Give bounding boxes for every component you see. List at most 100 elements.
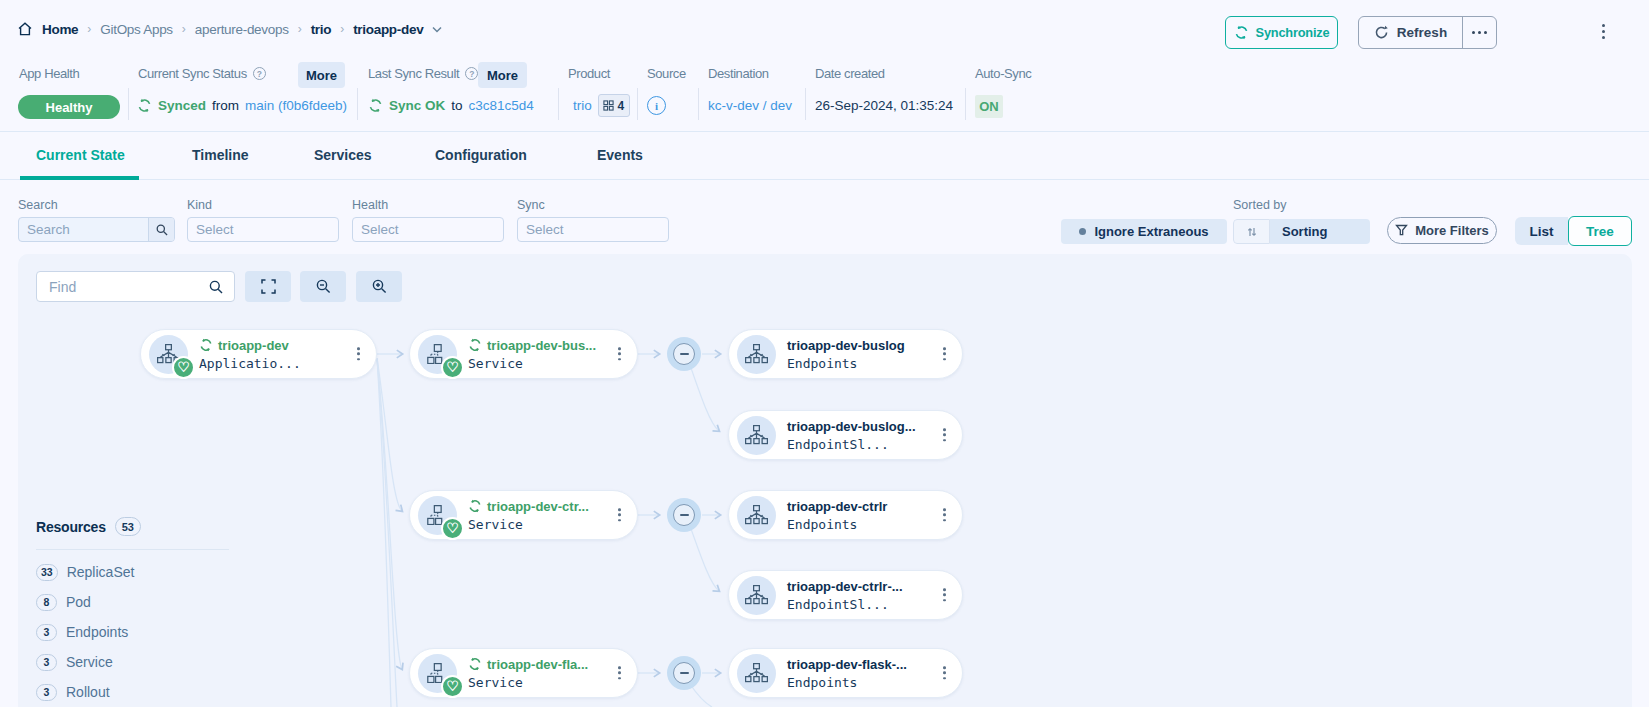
tree-node-trioapp-dev-flask-[interactable]: trioapp-dev-flask-... Endpoints	[728, 648, 963, 698]
tree-node-trioapp-dev-ctr[interactable]: ♡ trioapp-dev-ctr... Service	[409, 490, 638, 540]
resource-filter-replicaset[interactable]: 33ReplicaSet	[36, 557, 134, 587]
help-icon[interactable]: ?	[465, 67, 478, 80]
tab-configuration[interactable]: Configuration	[435, 147, 527, 163]
toggle-dot-icon	[1079, 228, 1086, 235]
current-sync-status-text: Current Sync Status	[138, 66, 247, 81]
kind-select[interactable]: Select	[187, 217, 339, 242]
collapse-node-button[interactable]	[667, 337, 701, 371]
resources-title: Resources	[36, 519, 106, 535]
ignore-extraneous-toggle[interactable]: Ignore Extraneous	[1061, 219, 1227, 244]
destination-label: Destination	[708, 66, 769, 81]
last-sync-more-button[interactable]: More	[478, 62, 527, 88]
node-name: trioapp-dev-bus...	[487, 338, 596, 353]
tree-node-trioapp-dev[interactable]: ♡ trioapp-dev Applicatio...	[140, 329, 377, 379]
healthy-heart-badge: ♡	[172, 356, 195, 379]
node-kebab-menu[interactable]	[943, 428, 946, 441]
tree-node-trioapp-dev-buslog[interactable]: trioapp-dev-buslog... EndpointSl...	[728, 410, 963, 460]
node-kind: Service	[468, 356, 596, 371]
sync-select[interactable]: Select	[517, 217, 669, 242]
tree-node-trioapp-dev-buslog[interactable]: trioapp-dev-buslog Endpoints	[728, 329, 963, 379]
tree-node-trioapp-dev-ctrlr[interactable]: trioapp-dev-ctrlr Endpoints	[728, 490, 963, 540]
breadcrumb-app[interactable]: trioapp-dev	[353, 22, 423, 37]
resource-filter-rollout[interactable]: 3Rollout	[36, 677, 134, 707]
zoom-in-button[interactable]	[356, 271, 402, 302]
search-icon-button[interactable]	[148, 218, 174, 241]
resource-filter-endpoints[interactable]: 3Endpoints	[36, 617, 134, 647]
collapse-node-button[interactable]	[667, 498, 701, 532]
search-input[interactable]	[19, 222, 148, 237]
chevron-down-icon[interactable]	[432, 26, 442, 33]
current-sync-status-label: Current Sync Status ?	[138, 66, 266, 81]
resource-kind-label: Rollout	[66, 684, 110, 700]
node-name: trioapp-dev-ctr...	[487, 499, 589, 514]
info-icon[interactable]: i	[647, 96, 666, 115]
node-kebab-menu[interactable]	[618, 508, 621, 521]
find-input[interactable]	[37, 279, 209, 295]
breadcrumb-home[interactable]: Home	[42, 22, 78, 37]
synchronize-button[interactable]: Synchronize	[1225, 16, 1338, 49]
tree-node-trioapp-dev-bus[interactable]: ♡ trioapp-dev-bus... Service	[409, 329, 638, 379]
resource-kind-label: Service	[66, 654, 113, 670]
product-link[interactable]: trio	[573, 98, 592, 113]
tree-node-trioapp-dev-ctrlr-[interactable]: trioapp-dev-ctrlr-... EndpointSl...	[728, 570, 963, 620]
refresh-button-group: Refresh	[1358, 16, 1497, 49]
resource-icon	[737, 576, 776, 615]
from-word: from	[212, 98, 239, 113]
view-toggle-tree[interactable]: Tree	[1568, 216, 1632, 246]
node-text: trioapp-dev-ctr... Service	[468, 499, 589, 532]
resource-filter-pod[interactable]: 8Pod	[36, 587, 134, 617]
source-value: i	[647, 93, 666, 118]
current-sync-more-button[interactable]: More	[298, 62, 345, 88]
health-select[interactable]: Select	[352, 217, 504, 242]
resource-count-badge: 3	[36, 654, 57, 671]
node-name: trioapp-dev-flask-...	[787, 657, 907, 672]
synced-icon	[199, 338, 213, 352]
tab-services[interactable]: Services	[314, 147, 372, 163]
last-sync-value: Sync OK to c3c81c5d4	[368, 93, 534, 118]
column-divider	[698, 88, 699, 120]
more-filters-button[interactable]: More Filters	[1387, 217, 1497, 244]
tab-events[interactable]: Events	[597, 147, 643, 163]
last-sync-revision-link[interactable]: c3c81c5d4	[469, 98, 534, 113]
node-kebab-menu[interactable]	[943, 588, 946, 601]
node-kebab-menu[interactable]	[618, 666, 621, 679]
tab-timeline[interactable]: Timeline	[192, 147, 249, 163]
resource-filter-service[interactable]: 3 Service	[36, 647, 134, 677]
breadcrumb-separator: ›	[340, 22, 344, 36]
kind-filter-label: Kind	[187, 198, 212, 212]
current-sync-revision-link[interactable]: main (f0b6fdeeb)	[245, 98, 347, 113]
zoom-out-button[interactable]	[300, 271, 346, 302]
breadcrumb-gitops-apps[interactable]: GitOps Apps	[100, 22, 173, 37]
node-kebab-menu[interactable]	[357, 347, 360, 360]
refresh-icon	[1374, 25, 1389, 40]
resource-icon: ♡	[418, 496, 457, 535]
collapse-node-button[interactable]	[667, 656, 701, 690]
view-toggle-list[interactable]: List	[1515, 217, 1568, 245]
breadcrumb-group[interactable]: trio	[311, 22, 332, 37]
sorting-control[interactable]: Sorting	[1233, 219, 1370, 244]
node-text: trioapp-dev-buslog Endpoints	[787, 338, 905, 371]
refresh-button[interactable]: Refresh	[1359, 17, 1463, 48]
node-name: trioapp-dev-fla...	[487, 657, 588, 672]
refresh-more-button[interactable]	[1463, 17, 1496, 48]
sort-direction-button[interactable]	[1233, 219, 1270, 244]
search-input-wrap	[18, 217, 175, 242]
fullscreen-button[interactable]	[245, 271, 291, 302]
app-health-badge: Healthy	[18, 95, 120, 119]
header-kebab-menu[interactable]	[1602, 24, 1605, 39]
breadcrumb-project[interactable]: aperture-devops	[195, 22, 289, 37]
tab-current-state[interactable]: Current State	[36, 147, 125, 163]
tree-node-trioapp-dev-fla[interactable]: ♡ trioapp-dev-fla... Service	[409, 648, 638, 698]
help-icon[interactable]: ?	[253, 67, 266, 80]
node-text: trioapp-dev-ctrlr-... EndpointSl...	[787, 579, 903, 612]
column-divider	[357, 88, 358, 120]
node-kebab-menu[interactable]	[943, 508, 946, 521]
node-kebab-menu[interactable]	[943, 666, 946, 679]
node-kind: Endpoints	[787, 356, 905, 371]
breadcrumb-separator: ›	[298, 22, 302, 36]
product-count-badge[interactable]: 4	[598, 94, 630, 117]
node-kebab-menu[interactable]	[943, 347, 946, 360]
node-kebab-menu[interactable]	[618, 347, 621, 360]
sorting-select[interactable]: Sorting	[1270, 219, 1370, 244]
destination-link[interactable]: kc-v-dev / dev	[708, 98, 792, 113]
